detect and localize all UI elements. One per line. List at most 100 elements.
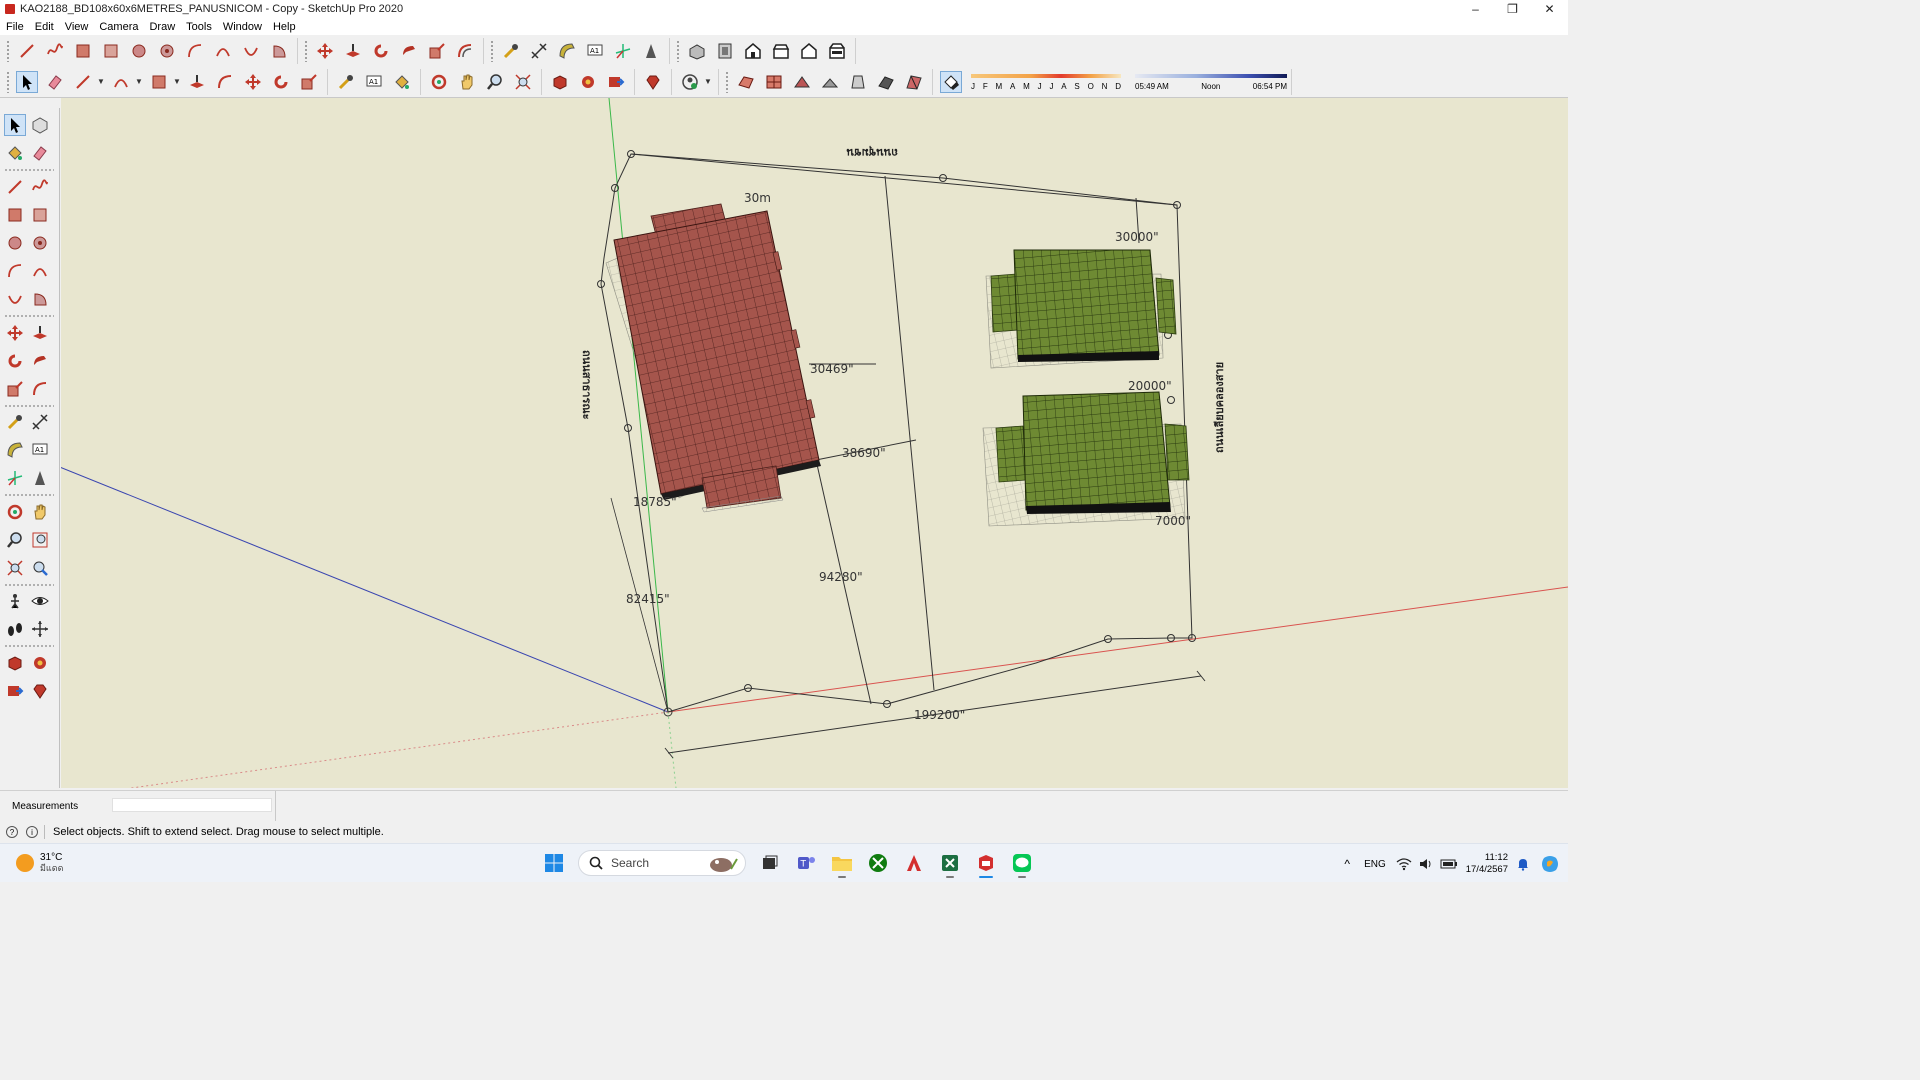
freehand-tool-icon[interactable] [44,40,66,62]
text-tool-icon[interactable]: A1 [363,71,385,93]
menu-edit[interactable]: Edit [35,21,54,33]
orbit-tool-icon[interactable] [428,71,450,93]
smoove-icon[interactable] [791,71,813,93]
toolbar-grip[interactable] [6,39,10,62]
rotated-rectangle-tool-icon[interactable] [29,204,51,226]
flip-edge-icon[interactable] [903,71,925,93]
shape-dropdown-arrow-icon[interactable]: ▼ [173,71,181,93]
menu-view[interactable]: View [65,21,89,33]
3pt-arc-tool-icon[interactable] [4,288,26,310]
toolbar-grip[interactable] [304,39,308,62]
shadow-date-slider[interactable]: J F M A M J J A S O N D [971,71,1121,93]
extension-manager-icon[interactable] [642,71,664,93]
from-scratch-icon[interactable] [763,71,785,93]
top-view-icon[interactable] [714,40,736,62]
zoom-tool-icon[interactable] [484,71,506,93]
back-view-icon[interactable] [798,40,820,62]
circle-tool-icon[interactable] [4,232,26,254]
minimize-button[interactable]: – [1457,0,1494,18]
3d-warehouse-icon[interactable] [549,71,571,93]
rotate-tool-icon[interactable] [270,71,292,93]
scale-tool-icon[interactable] [298,71,320,93]
input-language[interactable]: ENG [1364,859,1386,870]
pan-tool-icon[interactable] [456,71,478,93]
rectangle-tool-icon[interactable] [72,40,94,62]
arc-tool-icon[interactable] [4,260,26,282]
wifi-icon[interactable] [1396,857,1412,871]
model-viewport[interactable]: ถนนชุมชน ถนนสาธารณะ ถนนเลียบคลองสาย 30m … [61,98,1568,788]
excel-icon[interactable] [936,848,964,878]
clock[interactable]: 11:12 17/4/2567 [1466,852,1508,876]
move-tool-icon[interactable] [314,40,336,62]
pie-tool-icon[interactable] [29,288,51,310]
taskbar-search[interactable]: Search [578,850,746,876]
drape-icon[interactable] [847,71,869,93]
right-view-icon[interactable] [770,40,792,62]
line-tool-icon[interactable] [4,176,26,198]
chevron-up-icon[interactable]: ^ [1344,857,1350,871]
shadow-time-slider[interactable]: 05:49 AM Noon 06:54 PM [1135,71,1287,93]
menu-draw[interactable]: Draw [149,21,175,33]
user-account-icon[interactable] [679,71,701,93]
scale-tool-icon[interactable] [4,378,26,400]
sketchup-taskbar-icon[interactable] [972,848,1000,878]
arc-tool-icon[interactable] [184,40,206,62]
line-app-icon[interactable] [1008,848,1036,878]
eraser-tool-icon[interactable] [29,142,51,164]
section-plane-icon[interactable] [29,618,51,640]
rectangle-tool-icon[interactable] [4,204,26,226]
rotate-tool-icon[interactable] [370,40,392,62]
extension-warehouse-icon[interactable] [577,71,599,93]
line-tool-icon[interactable] [72,71,94,93]
zoom-window-tool-icon[interactable] [29,529,51,551]
3d-text-tool-icon[interactable] [640,40,662,62]
select-tool-icon[interactable] [16,70,38,93]
geo-location-icon[interactable]: ? [6,826,18,838]
move-tool-icon[interactable] [4,322,26,344]
measurements-input[interactable] [112,798,272,812]
previous-view-icon[interactable] [29,557,51,579]
make-component-icon[interactable] [29,114,51,136]
line-tool-icon[interactable] [16,40,38,62]
xbox-icon[interactable] [864,848,892,878]
rotate-tool-icon[interactable] [4,350,26,372]
protractor-tool-icon[interactable] [556,40,578,62]
dimension-tool-icon[interactable] [528,40,550,62]
palette-grip[interactable] [4,404,54,408]
paint-bucket-tool-icon[interactable] [4,142,26,164]
polygon-tool-icon[interactable] [156,40,178,62]
zoom-extents-tool-icon[interactable] [512,71,534,93]
menu-file[interactable]: File [6,21,24,33]
line-dropdown-arrow-icon[interactable]: ▼ [97,71,105,93]
arc-dropdown-arrow-icon[interactable]: ▼ [135,71,143,93]
stamp-icon[interactable] [819,71,841,93]
info-icon[interactable]: i [26,826,38,838]
notification-bell-icon[interactable] [1516,857,1530,871]
file-explorer-icon[interactable] [828,848,856,878]
zoom-tool-icon[interactable] [4,529,26,551]
orbit-tool-icon[interactable] [4,501,26,523]
offset-tool-icon[interactable] [454,40,476,62]
tape-measure-tool-icon[interactable] [335,71,357,93]
shape-tool-icon[interactable] [148,71,170,93]
3d-text-tool-icon[interactable] [29,467,51,489]
offset-tool-icon[interactable] [214,71,236,93]
share-model-icon[interactable] [4,680,26,702]
axes-tool-icon[interactable] [4,467,26,489]
3pt-arc-tool-icon[interactable] [240,40,262,62]
walk-icon[interactable] [4,618,26,640]
2pt-arc-tool-icon[interactable] [29,260,51,282]
tape-measure-tool-icon[interactable] [4,411,26,433]
close-button[interactable]: ✕ [1531,0,1568,18]
zoom-extents-tool-icon[interactable] [4,557,26,579]
toolbar-grip[interactable] [6,70,10,93]
2pt-arc-tool-icon[interactable] [212,40,234,62]
windows-start-icon[interactable] [540,848,568,878]
iso-view-icon[interactable] [686,40,708,62]
battery-icon[interactable] [1440,858,1458,870]
extension-warehouse-icon[interactable] [29,652,51,674]
tape-measure-tool-icon[interactable] [500,40,522,62]
palette-grip[interactable] [4,583,54,587]
text-tool-icon[interactable]: A1 [584,40,606,62]
eraser-tool-icon[interactable] [44,71,66,93]
